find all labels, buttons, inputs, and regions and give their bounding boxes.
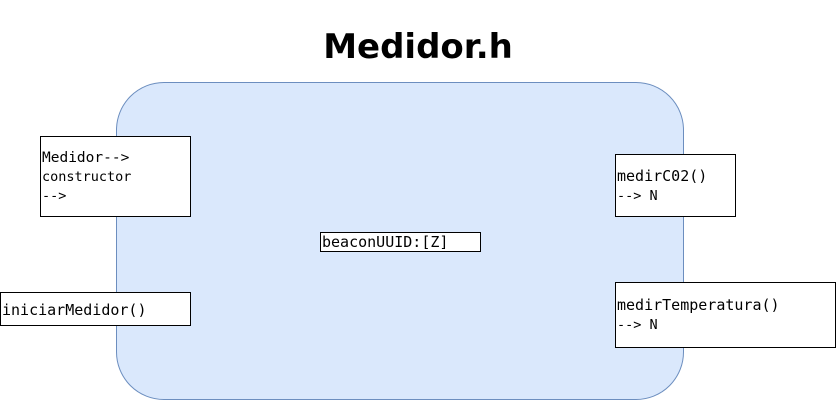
iniciar-medidor-label: iniciarMedidor() (2, 301, 147, 319)
medir-co2-return: --> N (617, 188, 658, 204)
beacon-uuid-box: beaconUUID:[Z] (320, 232, 481, 252)
medir-co2-label: medirC02() (617, 167, 708, 185)
constructor-box: Medidor--> constructor --> (40, 136, 191, 217)
constructor-line-3: --> (42, 188, 67, 204)
medir-co2-box: medirC02() --> N (615, 154, 736, 217)
beacon-uuid-label: beaconUUID:[Z] (322, 233, 449, 251)
medir-temperatura-label: medirTemperatura() (617, 296, 780, 314)
medir-temperatura-box: medirTemperatura() --> N (615, 282, 836, 348)
constructor-line-1: Medidor--> (42, 150, 130, 166)
iniciar-medidor-box: iniciarMedidor() (0, 292, 191, 326)
medir-temperatura-return: --> N (617, 317, 658, 333)
constructor-line-2: constructor (42, 169, 132, 185)
diagram-title: Medidor.h (323, 27, 513, 67)
